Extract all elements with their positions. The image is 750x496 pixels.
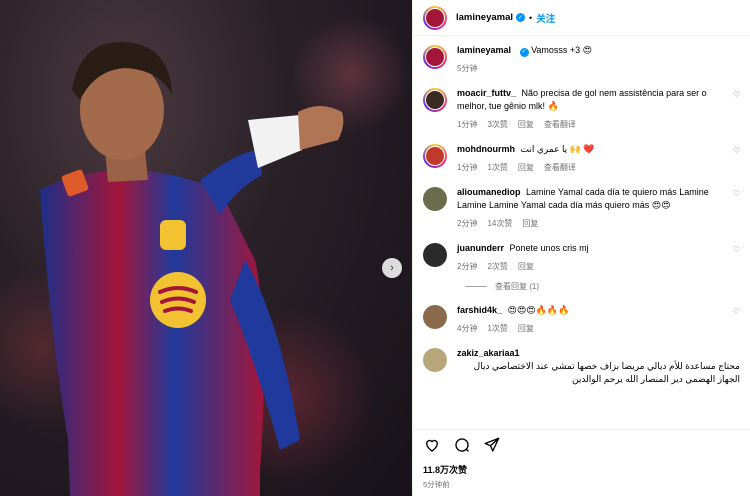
comment-text: يا عمري انت 🙌 ❤️: [520, 144, 595, 154]
heart-icon[interactable]: ♡: [733, 90, 740, 131]
reply-button[interactable]: 回复: [518, 260, 534, 273]
commenter-avatar[interactable]: [423, 88, 447, 112]
verified-icon: ✓: [516, 13, 526, 22]
reply-button[interactable]: 回复: [518, 322, 534, 335]
comment-item: zakiz_akariaa1 محتاج مساعدة للأم ديالي م…: [423, 347, 740, 386]
comment-time[interactable]: 1分钟: [457, 161, 477, 174]
comment-text: Ponete unos cris mj: [509, 243, 589, 253]
comment-username[interactable]: moacir_futtv_: [457, 88, 516, 98]
translate-button[interactable]: 查看翻译: [544, 161, 576, 174]
comment-text: محتاج مساعدة للأم ديالي مريضا بزاف خصها …: [473, 361, 740, 384]
comment-time[interactable]: 4分钟: [457, 322, 477, 335]
post-header: lamineyamal ✓ • 关注: [413, 0, 750, 36]
view-replies-label[interactable]: 查看回复 (1): [495, 281, 539, 292]
avatar-fill: [425, 90, 445, 110]
chevron-right-icon[interactable]: ›: [382, 258, 402, 278]
comment-like-count[interactable]: 2次赞: [487, 260, 507, 273]
heart-icon[interactable]: ♡: [733, 245, 740, 273]
follow-button[interactable]: 关注: [536, 11, 555, 25]
comment-item: mohdnourmh يا عمري انت 🙌 ❤️ 1分钟 1次赞 回复 查…: [423, 143, 740, 174]
comment-icon[interactable]: [453, 436, 471, 454]
comments-panel: lamineyamal ✓ • 关注 lamineyamal ✓ Vamosss…: [412, 0, 750, 496]
share-icon[interactable]: [483, 436, 501, 454]
commenter-avatar[interactable]: [423, 348, 447, 372]
player-illustration: [40, 41, 344, 496]
comment-like-count[interactable]: 1次赞: [487, 322, 507, 335]
heart-icon[interactable]: [423, 436, 441, 454]
verified-icon: ✓: [519, 48, 529, 57]
post-photo[interactable]: ›: [0, 0, 412, 496]
translate-button[interactable]: 查看翻译: [544, 118, 576, 131]
commenter-avatar[interactable]: [423, 144, 447, 168]
caption-username[interactable]: lamineyamal: [457, 45, 511, 55]
caption-text: Vamosss +3 😍: [531, 45, 593, 55]
author-username[interactable]: lamineyamal: [456, 12, 513, 23]
caption-author-avatar[interactable]: [423, 45, 447, 69]
comments-list: lamineyamal ✓ Vamosss +3 😍 5分钟 moacir_fu…: [413, 36, 750, 429]
comment-time[interactable]: 2分钟: [457, 217, 477, 230]
comment-username[interactable]: alioumanediop: [457, 187, 521, 197]
author-avatar[interactable]: [423, 5, 447, 30]
action-bar: [413, 429, 750, 459]
like-count[interactable]: 11.8万次赞: [413, 459, 750, 476]
comment-username[interactable]: juanunderr: [457, 243, 504, 253]
commenter-avatar[interactable]: [423, 187, 447, 211]
comment-like-count[interactable]: 3次赞: [487, 118, 507, 131]
reply-button[interactable]: 回复: [518, 118, 534, 131]
commenter-avatar[interactable]: [423, 305, 447, 329]
comment-item: alioumanediop Lamine Yamal cada día te q…: [423, 186, 740, 230]
comment-username[interactable]: farshid4k_: [457, 305, 502, 315]
heart-icon[interactable]: ♡: [733, 189, 740, 230]
comment-item: farshid4k_ 😍😍😍🔥🔥🔥 4分钟 1次赞 回复 ♡: [423, 304, 740, 335]
comment-item: juanunderr Ponete unos cris mj 2分钟 2次赞 回…: [423, 242, 740, 273]
comment-like-count[interactable]: 1次赞: [487, 161, 507, 174]
divider-line: [465, 286, 487, 287]
comment-username[interactable]: mohdnourmh: [457, 144, 515, 154]
heart-icon[interactable]: ♡: [733, 307, 740, 335]
comment-time[interactable]: 1分钟: [457, 118, 477, 131]
view-replies-button[interactable]: 查看回复 (1): [465, 281, 740, 292]
commenter-avatar[interactable]: [423, 243, 447, 267]
reply-button[interactable]: 回复: [522, 217, 538, 230]
heart-icon[interactable]: ♡: [733, 146, 740, 174]
reply-button[interactable]: 回复: [518, 161, 534, 174]
post-caption: lamineyamal ✓ Vamosss +3 😍 5分钟: [423, 44, 740, 75]
comment-text: 😍😍😍🔥🔥🔥: [507, 305, 570, 315]
comment-time[interactable]: 2分钟: [457, 260, 477, 273]
separator-dot: •: [529, 12, 533, 23]
comment-like-count[interactable]: 14次赞: [487, 217, 512, 230]
comment-item: moacir_futtv_ Não precisa de gol nem ass…: [423, 87, 740, 131]
comment-username[interactable]: zakiz_akariaa1: [457, 348, 520, 358]
post-timestamp[interactable]: 5分钟前: [413, 476, 750, 496]
instagram-post-view: › lamineyamal ✓ • 关注 lamineyamal ✓ Vamos…: [0, 0, 750, 496]
caption-time[interactable]: 5分钟: [457, 62, 477, 75]
